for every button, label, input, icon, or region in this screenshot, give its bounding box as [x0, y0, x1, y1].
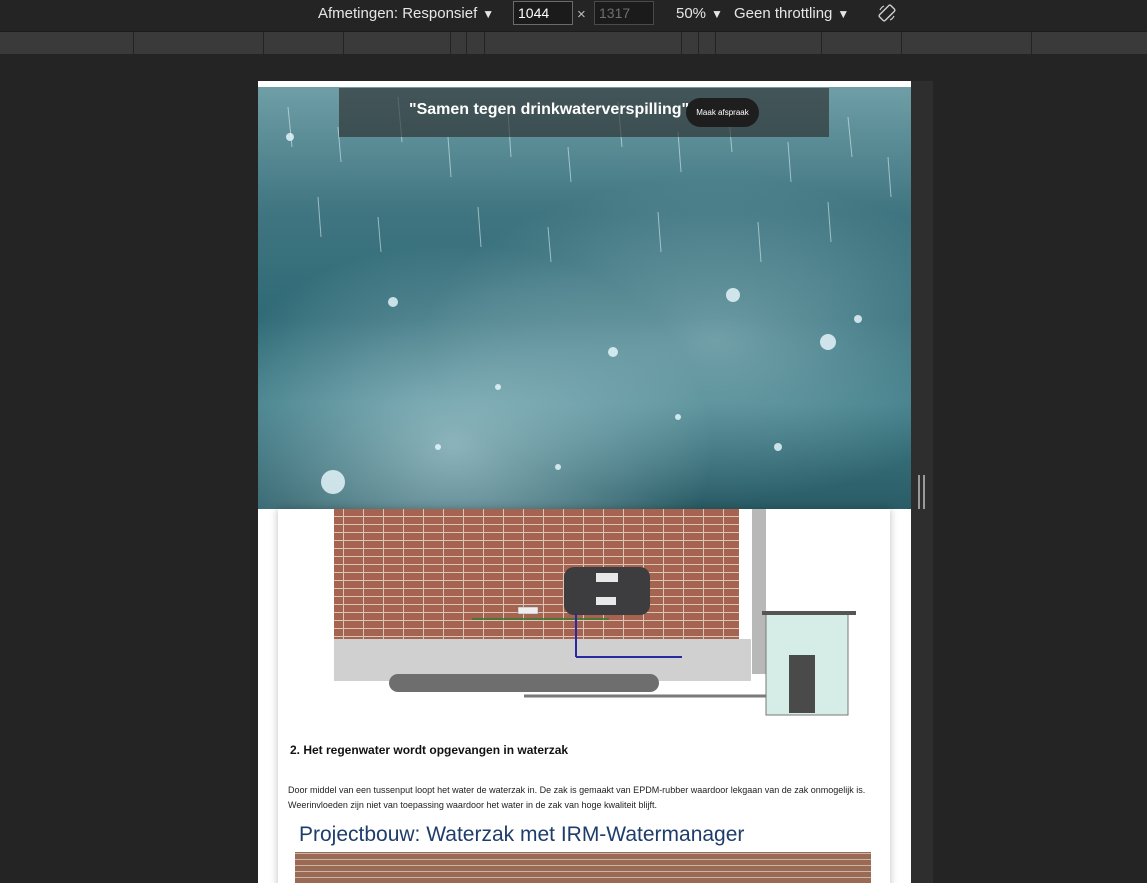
project-photo: [295, 852, 871, 883]
header-bar: "Samen tegen drinkwaterverspilling" Maak…: [339, 88, 829, 137]
throttling-label: Geen throttling: [734, 5, 833, 22]
throttling-dropdown[interactable]: Geen throttling ▼: [734, 5, 849, 22]
waterzak-diagram: [334, 509, 856, 716]
rain-image: [286, 96, 892, 494]
content-card: 2. Het regenwater wordt opgevangen in wa…: [278, 509, 890, 883]
device-viewport[interactable]: "Samen tegen drinkwaterverspilling" Maak…: [258, 81, 911, 883]
chevron-down-icon: ▼: [711, 7, 723, 21]
rotate-icon[interactable]: [878, 4, 896, 22]
zoom-label: 50%: [676, 5, 707, 22]
device-toolbar: Afmetingen: Responsief ▼ × 50% ▼ Geen thro…: [0, 0, 1147, 30]
hero-image: "Samen tegen drinkwaterverspilling" Maak…: [258, 87, 911, 509]
resize-handle-icon[interactable]: [918, 475, 926, 509]
width-input[interactable]: [513, 1, 573, 25]
step-description: Door middel van een tussenput loopt het …: [288, 785, 866, 810]
chevron-down-icon: ▼: [482, 7, 495, 21]
slide-title: Projectbouw: Waterzak met IRM-Watermanag…: [299, 823, 745, 846]
media-query-ruler[interactable]: [0, 31, 1147, 54]
height-input[interactable]: [594, 1, 654, 25]
step-heading: 2. Het regenwater wordt opgevangen in wa…: [290, 743, 569, 757]
times-icon: ×: [577, 6, 586, 23]
dimensions-dropdown[interactable]: Afmetingen: Responsief ▼: [318, 5, 494, 22]
dimensions-label: Afmetingen: Responsief: [318, 5, 478, 22]
tagline: "Samen tegen drinkwaterverspilling": [409, 101, 690, 118]
chevron-down-icon: ▼: [837, 7, 850, 21]
zoom-dropdown[interactable]: 50% ▼: [676, 5, 723, 22]
make-appointment-button[interactable]: Maak afspraak: [686, 98, 759, 127]
